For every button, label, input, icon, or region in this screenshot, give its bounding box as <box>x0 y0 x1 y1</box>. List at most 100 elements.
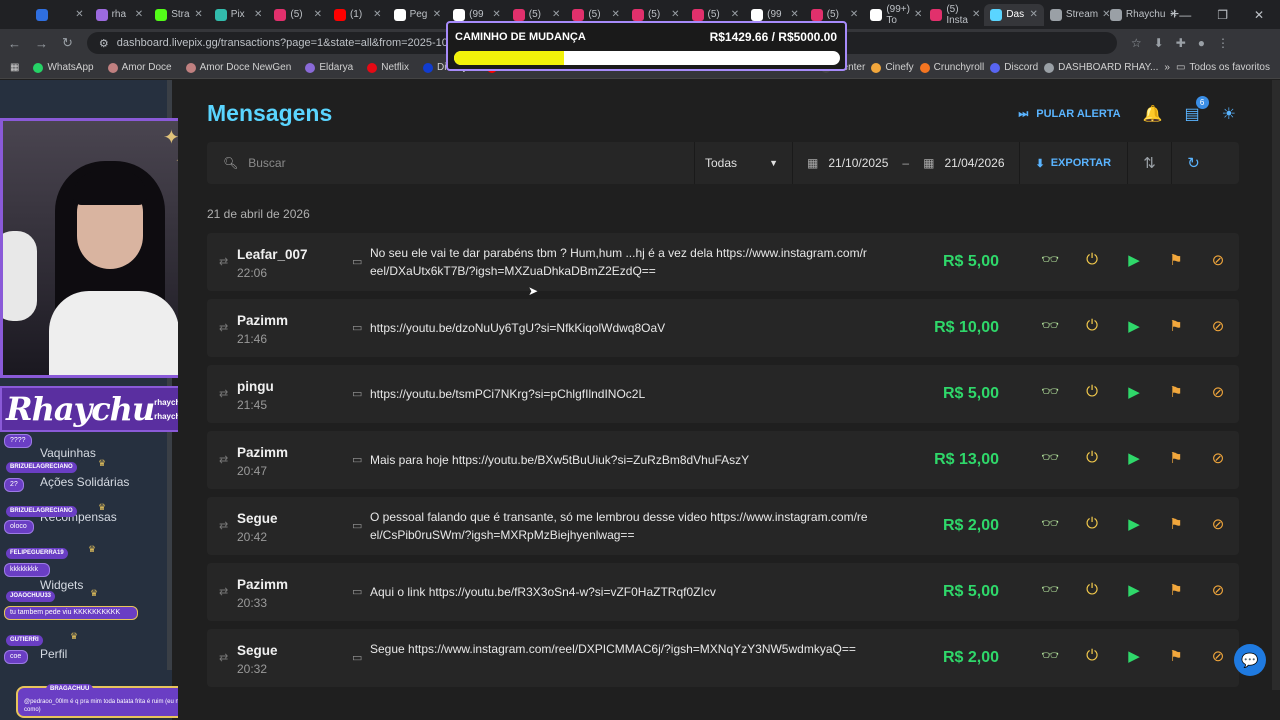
sidebar-item-perfil[interactable]: Perfil <box>40 647 67 661</box>
replay-alert-icon[interactable]: ▶ <box>1117 449 1151 467</box>
transaction-row[interactable]: ⇄ pingu 21:45 ▭ https://youtu.be/tsmPCi7NKrg… <box>207 365 1239 423</box>
bookmark-item[interactable]: Crunchyroll <box>919 62 984 73</box>
help-chat-button[interactable]: 💬 <box>1234 644 1266 676</box>
replay-alert-icon[interactable]: ▶ <box>1117 581 1151 599</box>
browser-tab[interactable]: (5) ✕ <box>268 4 328 26</box>
report-flag-icon[interactable]: ⚑ <box>1159 383 1193 401</box>
reload-icon[interactable]: ↻ <box>62 35 73 51</box>
hide-message-icon[interactable]: 👓︎ <box>1033 581 1067 599</box>
bookmark-item[interactable]: Cinefy <box>871 62 914 73</box>
replay-alert-icon[interactable]: ▶ <box>1117 383 1151 401</box>
maximize-icon[interactable]: ❐ <box>1217 8 1228 22</box>
browser-tab[interactable]: Rhaychu ✕ <box>1104 4 1178 26</box>
refund-icon[interactable]: ⏻ <box>1075 647 1109 665</box>
browser-tab[interactable]: Stra ✕ <box>149 4 209 26</box>
refund-icon[interactable]: ⏻ <box>1075 449 1109 467</box>
transaction-row[interactable]: ⇄ Pazimm 21:46 ▭ https://youtu.be/dzoNuUy6Tg… <box>207 299 1239 357</box>
tab-close-icon[interactable]: ✕ <box>552 9 560 20</box>
download-icon[interactable]: ⬇ <box>1154 36 1164 50</box>
refund-icon[interactable]: ⏻ <box>1075 581 1109 599</box>
replay-alert-icon[interactable]: ▶ <box>1117 515 1151 533</box>
bookmark-item[interactable]: Amor Doce <box>107 62 172 73</box>
tab-close-icon[interactable]: ✕ <box>790 9 798 20</box>
tab-close-icon[interactable]: ✕ <box>972 9 980 20</box>
browser-tab[interactable]: ✕ <box>30 4 90 26</box>
tab-close-icon[interactable]: ✕ <box>135 9 143 20</box>
bookmark-item[interactable]: WhatsApp <box>33 62 94 73</box>
menu-icon[interactable]: ⋮ <box>1217 36 1229 50</box>
state-select[interactable]: Todas ▼ <box>695 142 793 184</box>
block-icon[interactable]: ⊘ <box>1201 647 1235 665</box>
bookmark-star-icon[interactable]: ☆ <box>1131 36 1142 50</box>
block-icon[interactable]: ⊘ <box>1201 581 1235 599</box>
bookmark-item[interactable]: Amor Doce NewGen <box>185 62 291 73</box>
tab-close-icon[interactable]: ✕ <box>254 9 262 20</box>
site-info-icon[interactable]: ⚙ <box>99 37 109 50</box>
hide-message-icon[interactable]: 👓︎ <box>1033 317 1067 335</box>
refresh-button[interactable]: ↻ <box>1171 142 1215 184</box>
profile-avatar[interactable]: ● <box>1198 36 1205 50</box>
refund-icon[interactable]: ⏻ <box>1075 383 1109 401</box>
apps-grid-icon[interactable]: ▦ <box>10 62 19 73</box>
forward-icon[interactable]: → <box>35 36 48 51</box>
hide-message-icon[interactable]: 👓︎ <box>1033 449 1067 467</box>
browser-tab[interactable]: (99+) To ✕ <box>864 4 924 26</box>
extensions-icon[interactable]: ✚ <box>1176 36 1186 50</box>
block-icon[interactable]: ⊘ <box>1201 251 1235 269</box>
report-flag-icon[interactable]: ⚑ <box>1159 515 1193 533</box>
tab-close-icon[interactable]: ✕ <box>314 9 322 20</box>
tab-close-icon[interactable]: ✕ <box>75 9 83 20</box>
tab-close-icon[interactable]: ✕ <box>433 9 441 20</box>
browser-tab[interactable]: Pix ✕ <box>209 4 269 26</box>
skip-alert-button[interactable]: ⏭ PULAR ALERTA <box>1018 108 1120 121</box>
browser-tab[interactable]: (5) Insta ✕ <box>924 4 984 26</box>
browser-tab[interactable]: rha ✕ <box>90 4 150 26</box>
bell-icon[interactable]: 🔔 <box>1143 104 1163 124</box>
report-flag-icon[interactable]: ⚑ <box>1159 449 1193 467</box>
tab-close-icon[interactable]: ✕ <box>373 9 381 20</box>
search-input[interactable]: 🔍︎ Buscar <box>207 142 695 184</box>
bookmark-item[interactable]: DASHBOARD RHAY... <box>1044 62 1158 73</box>
replay-alert-icon[interactable]: ▶ <box>1117 251 1151 269</box>
date-from-picker[interactable]: ▦ 21/10/2025 <box>793 142 902 184</box>
sync-button[interactable]: ⇅ <box>1127 142 1171 184</box>
tab-close-icon[interactable]: ✕ <box>914 9 922 20</box>
sidebar-item-acoes-solidarias[interactable]: Ações Solidárias <box>40 475 129 489</box>
bookmark-item[interactable]: Netflix <box>367 62 409 73</box>
browser-tab[interactable]: Stream ✕ <box>1044 4 1111 26</box>
transaction-row[interactable]: ⇄ Segue 20:42 ▭ O pessoal falando que é tran… <box>207 497 1239 555</box>
refund-icon[interactable]: ⏻ <box>1075 515 1109 533</box>
browser-tab[interactable]: (1) ✕ <box>328 4 388 26</box>
sidebar-item-widgets[interactable]: Widgets <box>40 578 83 592</box>
report-flag-icon[interactable]: ⚑ <box>1159 251 1193 269</box>
theme-toggle-sun-icon[interactable]: ☀ <box>1222 104 1236 124</box>
hide-message-icon[interactable]: 👓︎ <box>1033 515 1067 533</box>
report-flag-icon[interactable]: ⚑ <box>1159 317 1193 335</box>
transaction-row[interactable]: ⇄ Leafar_007 22:06 ▭ No seu ele vai te dar p… <box>207 233 1239 291</box>
replay-alert-icon[interactable]: ▶ <box>1117 317 1151 335</box>
new-tab-button[interactable]: + <box>1170 6 1179 24</box>
report-flag-icon[interactable]: ⚑ <box>1159 581 1193 599</box>
tab-close-icon[interactable]: ✕ <box>1030 9 1038 20</box>
back-icon[interactable]: ← <box>8 36 21 51</box>
block-icon[interactable]: ⊘ <box>1201 449 1235 467</box>
refund-icon[interactable]: ⏻ <box>1075 317 1109 335</box>
report-flag-icon[interactable]: ⚑ <box>1159 647 1193 665</box>
date-to-picker[interactable]: ▦ 21/04/2026 <box>909 142 1018 184</box>
sidebar-item-vaquinhas[interactable]: Vaquinhas <box>40 446 96 460</box>
browser-tab[interactable]: Peg ✕ <box>388 4 448 26</box>
export-button[interactable]: ⬇ EXPORTAR <box>1018 142 1128 184</box>
bookmark-item[interactable]: Discord <box>990 62 1038 73</box>
main-scrollbar[interactable] <box>1272 80 1280 690</box>
tab-close-icon[interactable]: ✕ <box>671 9 679 20</box>
block-icon[interactable]: ⊘ <box>1201 317 1235 335</box>
tab-close-icon[interactable]: ✕ <box>612 9 620 20</box>
block-icon[interactable]: ⊘ <box>1201 383 1235 401</box>
transaction-row[interactable]: ⇄ Pazimm 20:33 ▭ Aqui o link https://youtu.b… <box>207 563 1239 621</box>
transaction-row[interactable]: ⇄ Segue 20:32 ▭ Segue https://www.instagram.… <box>207 629 1239 687</box>
hide-message-icon[interactable]: 👓︎ <box>1033 647 1067 665</box>
close-window-icon[interactable]: ✕ <box>1254 8 1264 22</box>
tab-close-icon[interactable]: ✕ <box>731 9 739 20</box>
minimize-icon[interactable]: — <box>1179 8 1191 22</box>
block-icon[interactable]: ⊘ <box>1201 515 1235 533</box>
